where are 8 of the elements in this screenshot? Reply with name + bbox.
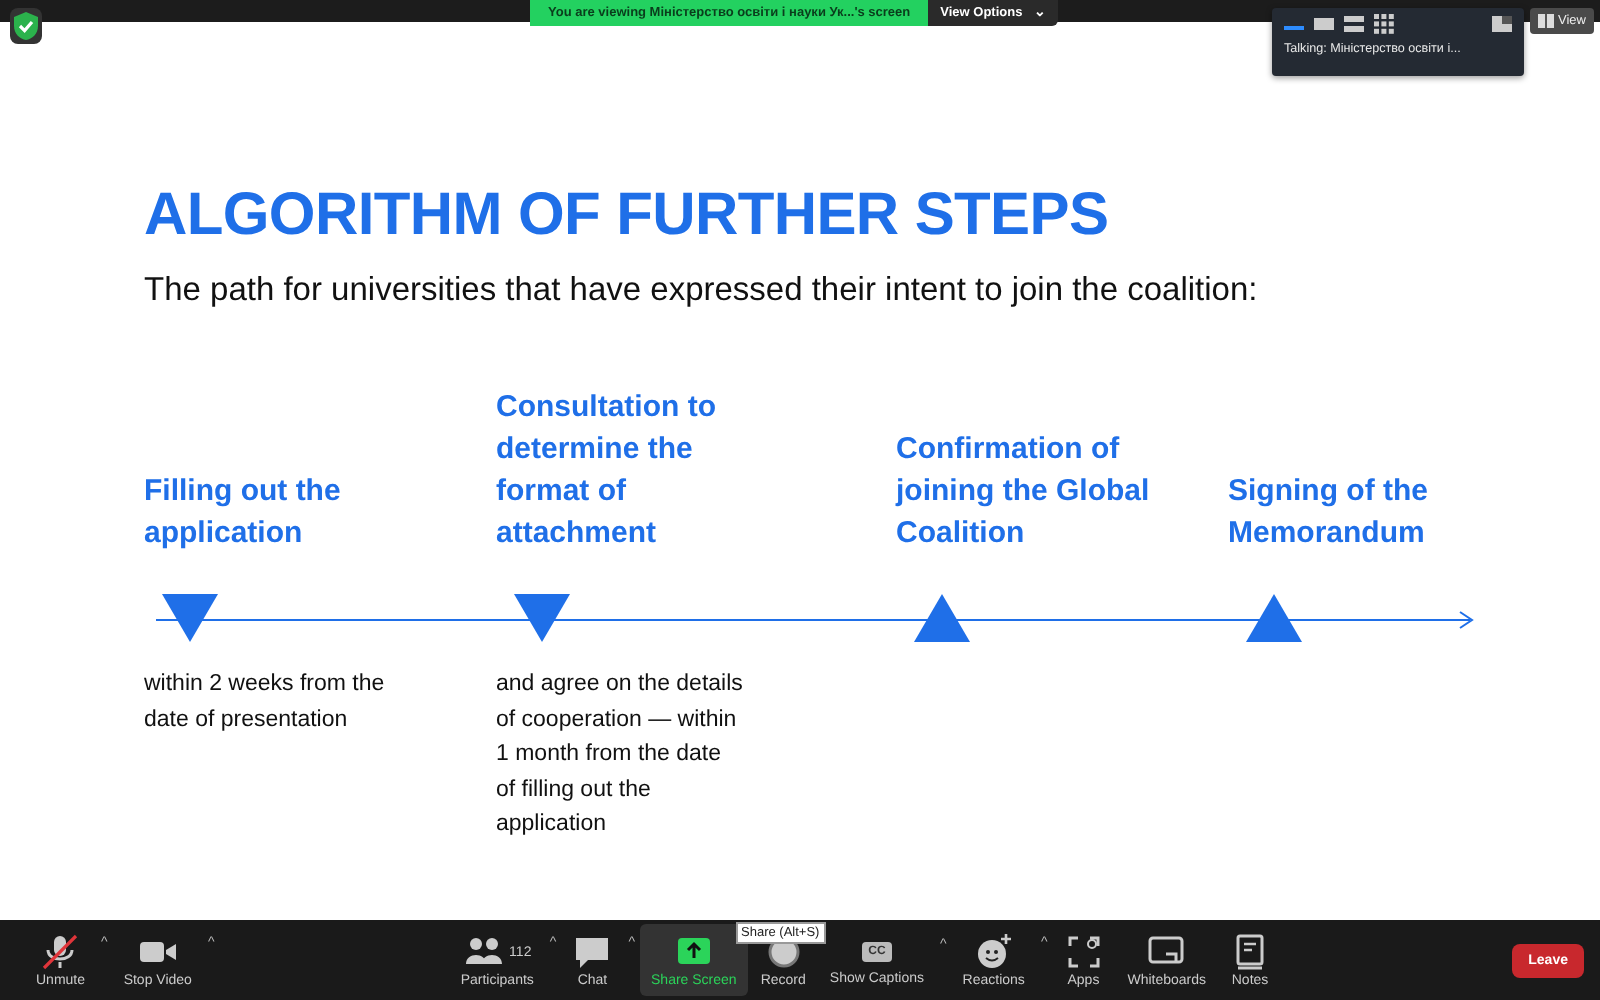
- slide-title: ALGORITHM OF FURTHER STEPS: [144, 180, 1111, 252]
- step-note: and agree on the details of cooperation — within 1 month from the date of filling out the application: [496, 670, 745, 840]
- step-label: Signing of the Memorandum: [1228, 472, 1430, 554]
- step-label: Filling out the application: [144, 472, 343, 554]
- step-label: Consultation to determine the format of attachment: [496, 388, 718, 554]
- step-label: Confirmation of joining the Global Coalition: [896, 430, 1152, 554]
- slide-subtitle: The path for universities that have expressed their intent to join the coalition:: [144, 272, 1260, 310]
- step-note: within 2 weeks from the date of presentation: [144, 670, 387, 735]
